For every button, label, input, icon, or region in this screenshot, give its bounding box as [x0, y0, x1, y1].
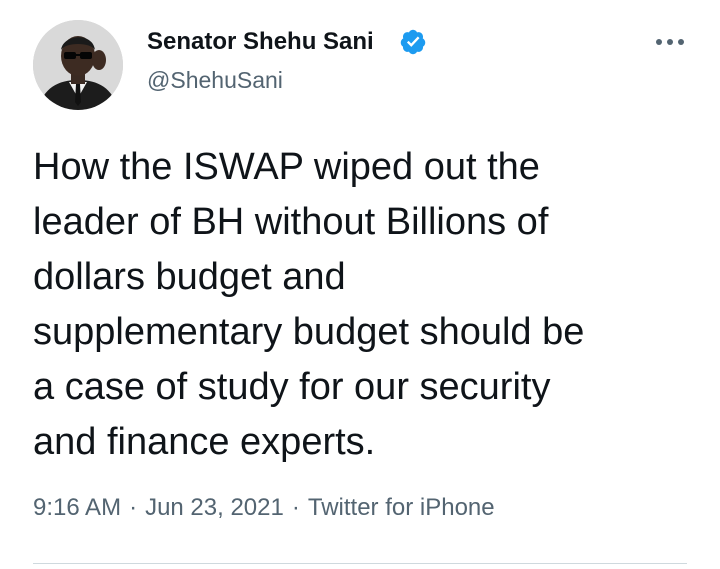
- more-dot: [678, 39, 684, 45]
- tweet-card: Senator Shehu Sani @ShehuSani How the IS…: [0, 0, 720, 569]
- display-name[interactable]: Senator Shehu Sani: [147, 28, 374, 56]
- more-options-icon[interactable]: [650, 30, 690, 54]
- tweet-text-line: and finance experts.: [33, 421, 376, 463]
- meta-separator: ·: [291, 494, 300, 521]
- meta-separator: ·: [129, 494, 138, 521]
- user-handle[interactable]: @ShehuSani: [147, 67, 283, 94]
- divider: [33, 563, 687, 564]
- more-dot: [667, 39, 673, 45]
- tweet-metadata: 9:16 AM · Jun 23, 2021 · Twitter for iPhone: [33, 494, 495, 522]
- avatar-photo: [33, 20, 123, 110]
- avatar[interactable]: [33, 20, 123, 110]
- tweet-text: How the ISWAP wiped out the leader of BH…: [33, 140, 703, 470]
- verified-badge-icon: [400, 29, 426, 55]
- tweet-time[interactable]: 9:16 AM: [33, 494, 121, 521]
- tweet-text-line: supplementary budget should be: [33, 311, 585, 353]
- tweet-text-line: How the ISWAP wiped out the: [33, 146, 540, 188]
- tweet-date[interactable]: Jun 23, 2021: [145, 494, 284, 521]
- tweet-source[interactable]: Twitter for iPhone: [308, 494, 495, 521]
- tweet-text-line: dollars budget and: [33, 256, 346, 298]
- tweet-text-line: a case of study for our security: [33, 366, 551, 408]
- tweet-text-line: leader of BH without Billions of: [33, 201, 549, 243]
- more-dot: [656, 39, 662, 45]
